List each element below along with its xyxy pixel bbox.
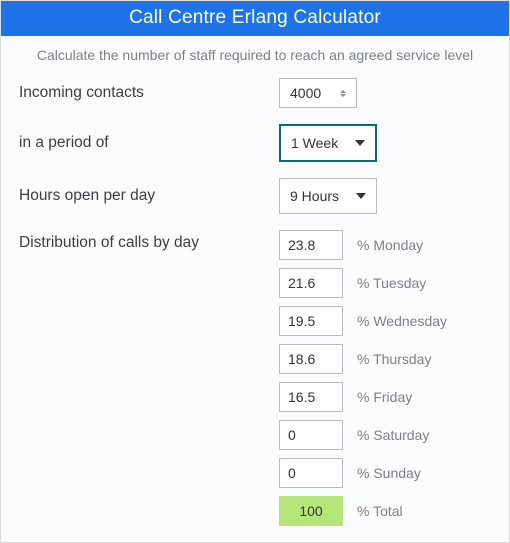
dist-row-wednesday: % Wednesday: [279, 306, 447, 336]
panel-header: Call Centre Erlang Calculator: [1, 1, 509, 36]
distribution-rows: % Monday % Tuesday % Wednesday % Thursda…: [279, 230, 447, 526]
hours-select-value: 9 Hours: [290, 188, 339, 204]
dist-total-value: 100: [299, 503, 322, 519]
chevron-down-icon: [356, 193, 366, 199]
erlang-calculator-panel: Call Centre Erlang Calculator Calculate …: [0, 0, 510, 543]
dist-suffix-total: % Total: [357, 503, 403, 519]
dist-input-thursday[interactable]: [279, 344, 343, 374]
dist-row-saturday: % Saturday: [279, 420, 447, 450]
incoming-contacts-input[interactable]: 4000: [279, 78, 357, 108]
panel-title: Call Centre Erlang Calculator: [129, 7, 381, 28]
label-hours: Hours open per day: [19, 187, 279, 205]
form: Incoming contacts 4000 in a period of 1 …: [1, 78, 509, 542]
row-hours: Hours open per day 9 Hours: [19, 178, 491, 214]
dist-total-box: 100: [279, 496, 343, 526]
dist-suffix-saturday: % Saturday: [357, 427, 429, 443]
dist-suffix-monday: % Monday: [357, 237, 423, 253]
dist-input-sunday[interactable]: [279, 458, 343, 488]
dist-suffix-sunday: % Sunday: [357, 465, 421, 481]
dist-row-tuesday: % Tuesday: [279, 268, 447, 298]
row-period: in a period of 1 Week: [19, 124, 491, 162]
dist-suffix-tuesday: % Tuesday: [357, 275, 426, 291]
number-spinner-icon[interactable]: [340, 86, 350, 100]
dist-row-thursday: % Thursday: [279, 344, 447, 374]
panel-subtitle: Calculate the number of staff required t…: [1, 47, 509, 63]
period-select[interactable]: 1 Week: [279, 124, 377, 162]
dist-row-sunday: % Sunday: [279, 458, 447, 488]
dist-row-total: 100 % Total: [279, 496, 447, 526]
dist-input-friday[interactable]: [279, 382, 343, 412]
dist-suffix-friday: % Friday: [357, 389, 412, 405]
incoming-contacts-value: 4000: [290, 85, 321, 101]
label-period: in a period of: [19, 134, 279, 152]
hours-select[interactable]: 9 Hours: [279, 178, 377, 214]
row-incoming: Incoming contacts 4000: [19, 78, 491, 108]
chevron-down-icon: [355, 140, 365, 146]
dist-suffix-wednesday: % Wednesday: [357, 313, 447, 329]
row-distribution: Distribution of calls by day % Monday % …: [19, 230, 491, 526]
dist-input-saturday[interactable]: [279, 420, 343, 450]
dist-input-tuesday[interactable]: [279, 268, 343, 298]
dist-row-friday: % Friday: [279, 382, 447, 412]
dist-input-monday[interactable]: [279, 230, 343, 260]
label-incoming: Incoming contacts: [19, 84, 279, 102]
label-distribution: Distribution of calls by day: [19, 230, 279, 252]
period-select-value: 1 Week: [291, 135, 338, 151]
dist-input-wednesday[interactable]: [279, 306, 343, 336]
dist-suffix-thursday: % Thursday: [357, 351, 431, 367]
dist-row-monday: % Monday: [279, 230, 447, 260]
